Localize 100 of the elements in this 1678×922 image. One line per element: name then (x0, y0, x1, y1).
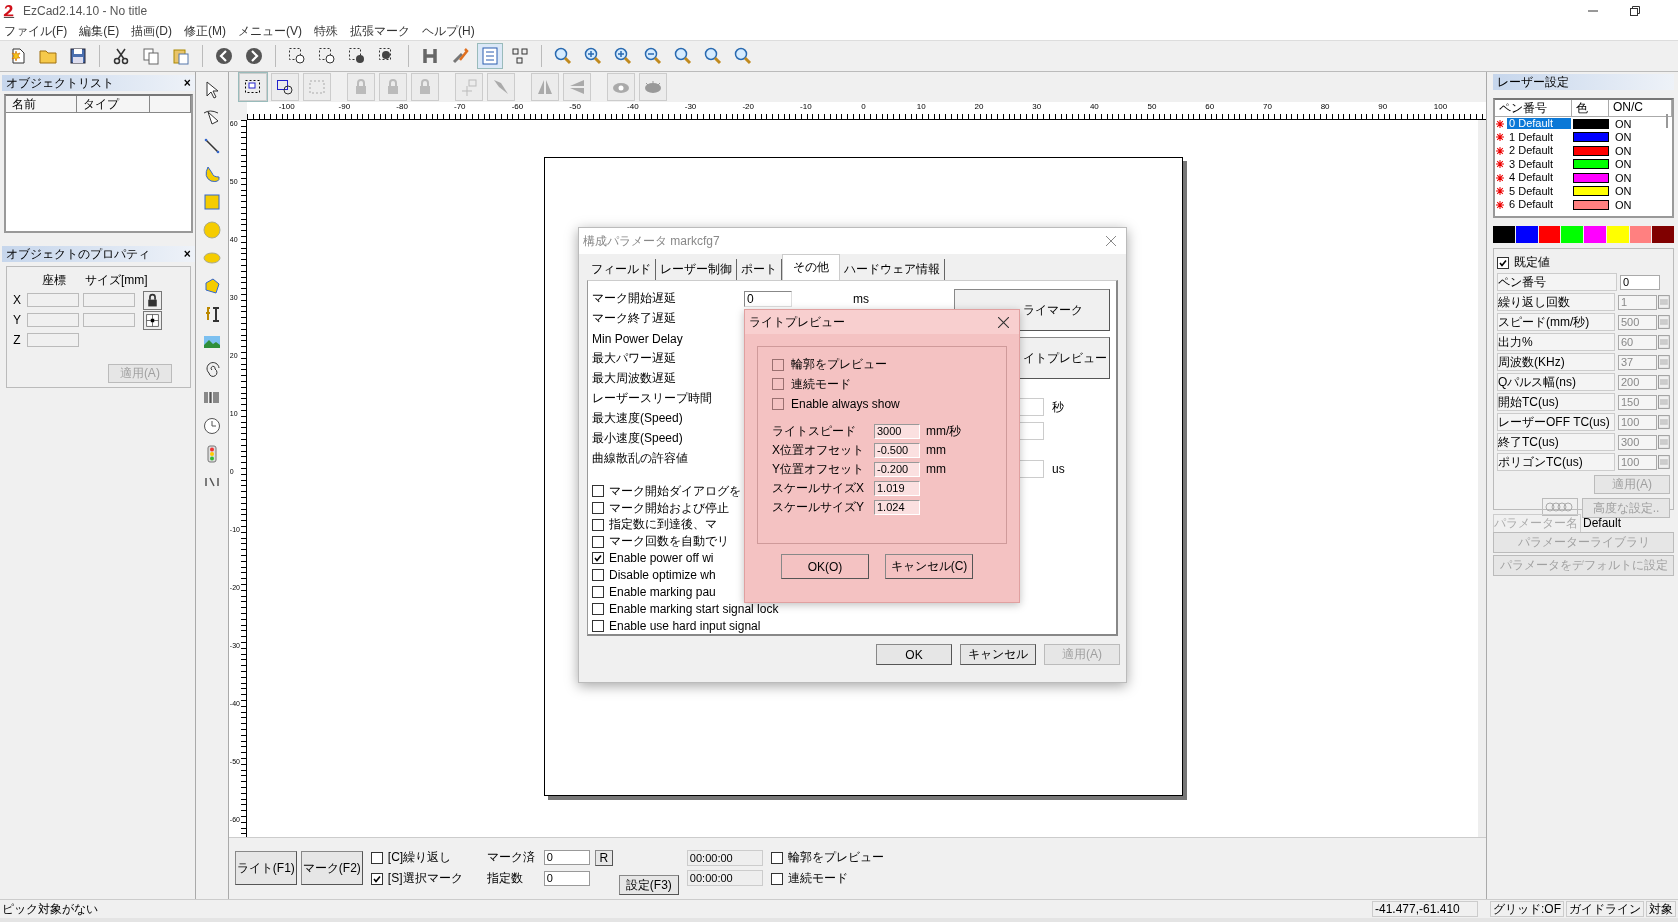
parameter-label: 出力% (1497, 333, 1615, 351)
mirror-icon[interactable] (562, 72, 591, 101)
checkbox[interactable] (592, 619, 604, 632)
dialog-button[interactable]: OK(O) (781, 554, 869, 579)
select-icon[interactable] (270, 72, 299, 101)
input-field[interactable]: 3000 (874, 423, 920, 439)
column-header[interactable]: ペン番号 (1495, 100, 1572, 116)
checkbox[interactable] (772, 378, 784, 391)
menu-item[interactable]: メニュー(V) (238, 22, 302, 40)
counter-field[interactable]: 0 (543, 871, 590, 887)
palette-color[interactable] (1538, 226, 1561, 243)
spinner-icon[interactable] (1658, 375, 1670, 389)
ruler-label: -20 (742, 101, 754, 113)
close-icon[interactable] (998, 316, 1009, 328)
close-icon[interactable] (1106, 236, 1116, 246)
ruler-label: 90 (1378, 101, 1388, 113)
pen-name[interactable]: 0 Default (1507, 118, 1571, 130)
eye-icon[interactable] (606, 72, 635, 101)
mark-control-button[interactable]: マーク(F2) (300, 851, 363, 886)
menu-item[interactable]: 特殊 (314, 22, 338, 40)
lock-icon[interactable] (143, 290, 162, 310)
input-field[interactable] (27, 293, 79, 307)
pen-name[interactable]: 3 Default (1507, 158, 1571, 170)
menu-item[interactable]: 描画(D) (131, 22, 172, 40)
checkbox[interactable] (1497, 256, 1509, 269)
target-status: 対象 (1646, 901, 1676, 917)
close-button[interactable]: × (183, 76, 191, 90)
parameter-name-field[interactable]: Default (1581, 516, 1674, 530)
rings-icon[interactable] (1542, 498, 1578, 516)
checkbox[interactable] (592, 586, 604, 599)
input-field[interactable]: -0.500 (874, 442, 920, 458)
palette-color[interactable] (1515, 226, 1538, 243)
input-field[interactable] (27, 313, 79, 327)
input-field[interactable]: 1.019 (874, 480, 920, 496)
grid-icon[interactable] (143, 310, 162, 330)
checkbox[interactable] (770, 872, 783, 885)
pen-name[interactable]: 5 Default (1507, 185, 1571, 197)
column-header[interactable] (150, 96, 191, 112)
input-field[interactable]: 1.024 (874, 499, 920, 515)
pen-name[interactable]: 4 Default (1507, 172, 1571, 184)
palette-color[interactable] (1629, 226, 1652, 243)
spinner-icon[interactable] (1658, 295, 1670, 309)
checkbox[interactable] (370, 872, 383, 885)
input-field[interactable] (83, 313, 135, 327)
rectangle-icon[interactable] (201, 192, 222, 212)
menu-item[interactable]: ヘルプ(H) (422, 22, 475, 40)
dialog-button[interactable]: キャンセル(C) (885, 554, 973, 579)
checkbox[interactable] (592, 569, 604, 582)
status-message: ピック対象がない (2, 900, 98, 918)
pen-name[interactable]: 6 Default (1507, 199, 1571, 211)
input-field[interactable] (27, 333, 79, 347)
palette-color[interactable] (1584, 226, 1606, 243)
column-header[interactable]: 色 (1572, 100, 1609, 116)
settings-button[interactable]: 設定(F3) (618, 875, 679, 895)
eye-icon[interactable] (638, 72, 667, 101)
list-icon[interactable] (478, 44, 502, 68)
input-field[interactable]: -0.200 (874, 461, 920, 477)
menu-item[interactable]: ファイル(F) (4, 22, 68, 40)
spinner-icon[interactable] (1658, 435, 1670, 449)
menu-item[interactable]: 修正(M) (184, 22, 226, 40)
checkbox[interactable] (772, 397, 784, 410)
circle-icon[interactable] (201, 220, 222, 240)
spinner-icon[interactable] (1658, 455, 1670, 469)
pen-name[interactable]: 1 Default (1507, 131, 1571, 143)
checkbox[interactable] (592, 485, 604, 498)
checkbox[interactable] (592, 535, 604, 548)
input-field[interactable]: 0 (744, 291, 792, 307)
checkbox[interactable] (592, 552, 604, 565)
mirror-icon[interactable] (530, 72, 559, 101)
spinner-icon[interactable] (1658, 335, 1670, 349)
checkbox[interactable] (592, 602, 604, 615)
dialog-button[interactable]: キャンセル (960, 644, 1036, 665)
counter-field[interactable]: 0 (543, 850, 590, 866)
parameter-field[interactable]: 0 (1620, 274, 1660, 290)
checkbox[interactable] (772, 358, 784, 371)
reset-button[interactable]: R (594, 849, 613, 866)
tab[interactable]: その他 (782, 254, 840, 280)
spinner-icon[interactable] (1658, 315, 1670, 329)
palette-color[interactable] (1561, 226, 1583, 243)
checkbox[interactable] (370, 851, 383, 864)
menu-item[interactable]: 編集(E) (79, 22, 120, 40)
palette-color[interactable] (1493, 226, 1515, 243)
checkbox[interactable] (592, 518, 604, 531)
dialog-button[interactable]: OK (876, 644, 952, 665)
spinner-icon[interactable] (1658, 415, 1670, 429)
palette-color[interactable] (1606, 226, 1629, 243)
close-button[interactable]: × (183, 247, 191, 261)
column-header[interactable]: 名前 (6, 96, 77, 112)
input-field[interactable] (83, 293, 135, 307)
mark-control-button[interactable]: ライト(F1) (234, 851, 297, 886)
clock-icon[interactable] (201, 416, 222, 436)
palette-color[interactable] (1652, 226, 1674, 243)
checkbox[interactable] (770, 851, 783, 864)
restore-icon[interactable] (1630, 6, 1640, 16)
column-header[interactable]: タイプ (77, 96, 150, 112)
spinner-icon[interactable] (1658, 395, 1670, 409)
menu-item[interactable]: 拡張マーク (350, 22, 410, 40)
spinner-icon[interactable] (1658, 355, 1670, 369)
checkbox[interactable] (592, 502, 604, 515)
pen-name[interactable]: 2 Default (1507, 145, 1571, 157)
